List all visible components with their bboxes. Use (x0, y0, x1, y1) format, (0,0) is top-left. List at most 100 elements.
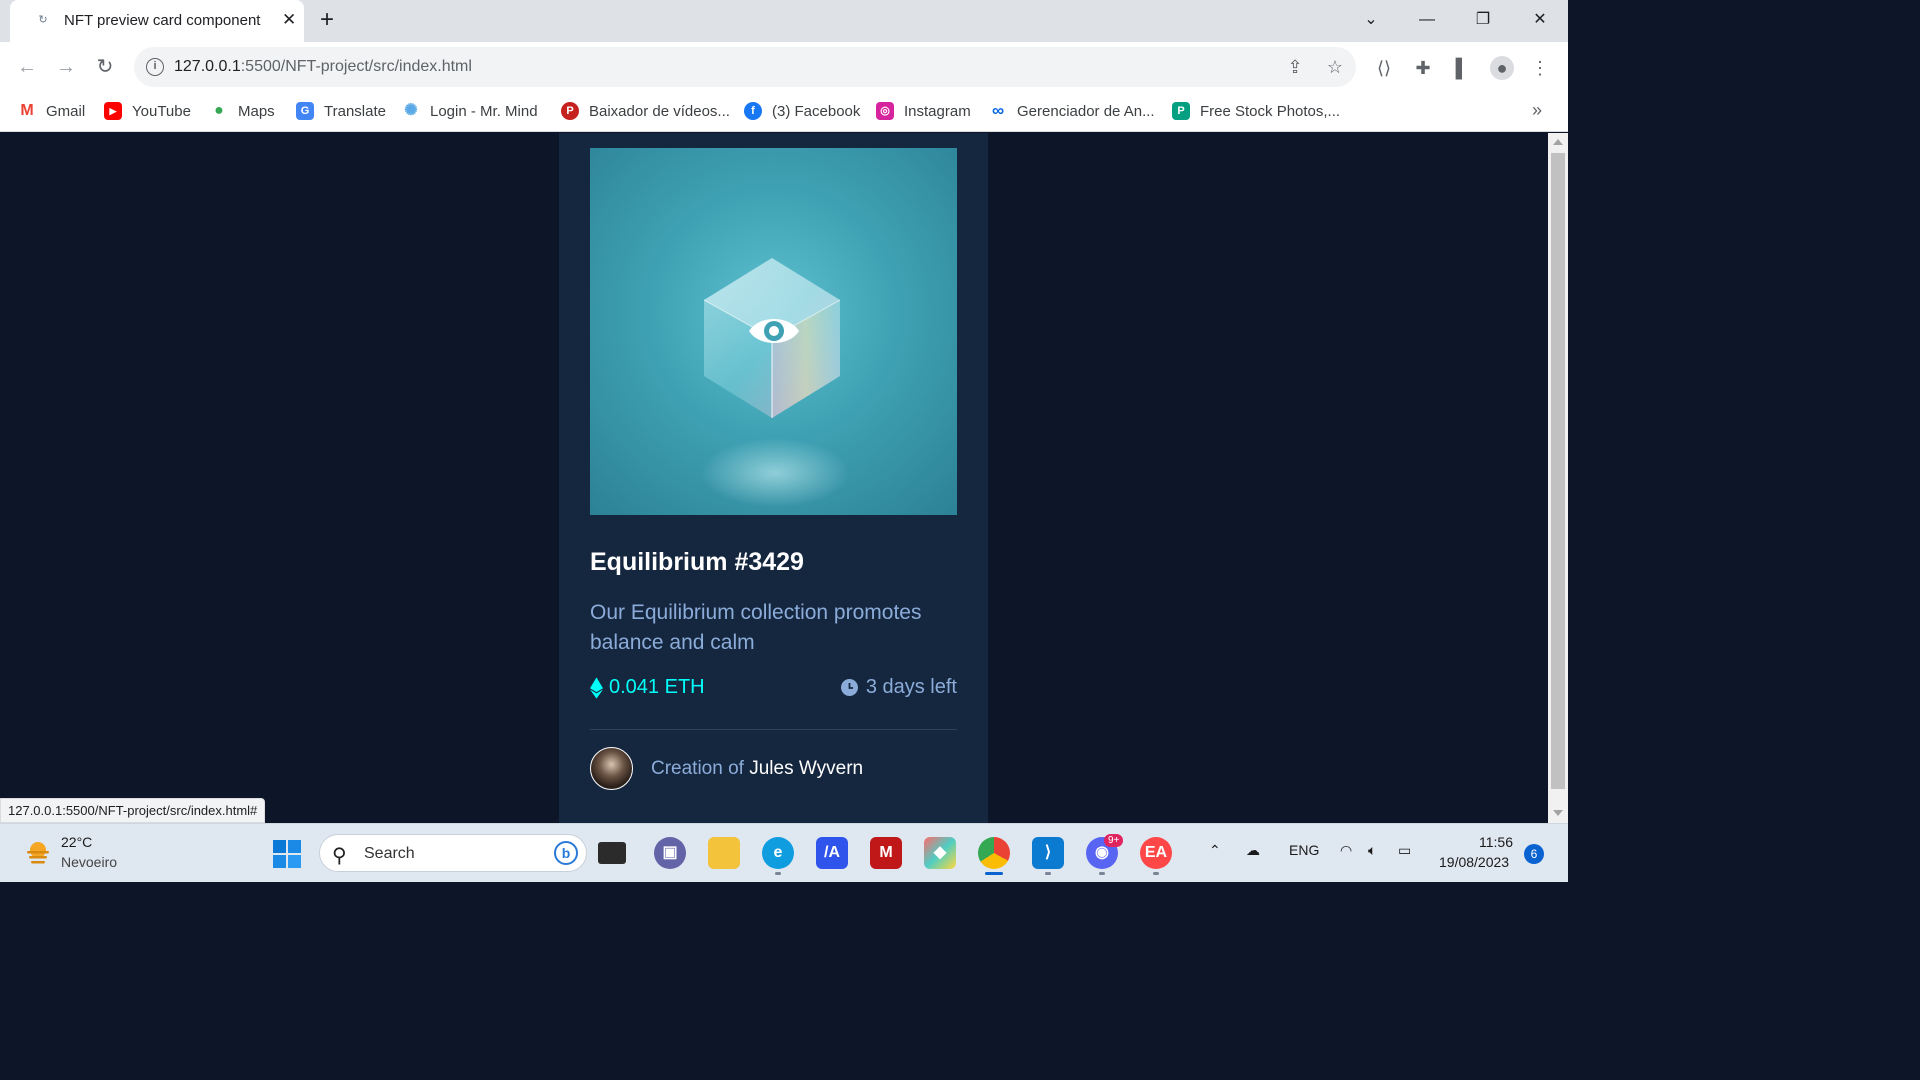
restore-button[interactable]: ❐ (1469, 8, 1497, 32)
bookmark-instagram[interactable]: ◎ Instagram (876, 101, 971, 121)
volume-icon[interactable]: 🔈︎ (1368, 842, 1376, 859)
creator-avatar (590, 747, 633, 790)
bookmark-label: Gmail (46, 102, 86, 120)
mcafee-icon[interactable]: M (870, 837, 902, 869)
wifi-icon[interactable]: ◠ (1340, 842, 1352, 859)
url-host: 127.0.0.1 (174, 58, 241, 75)
edge-icon[interactable]: e (762, 837, 794, 869)
side-panel-icon[interactable]: ▌ (1450, 56, 1474, 80)
browser-toolbar: ← → ↻ i 127.0.0.1:5500/NFT-project/src/i… (0, 42, 1568, 92)
file-explorer-icon[interactable] (708, 837, 740, 869)
tab-search-icon[interactable]: ⌄ (1357, 8, 1385, 32)
reload-icon[interactable]: ↻ (92, 54, 118, 80)
file-explorer-dark-icon[interactable] (598, 842, 626, 864)
instagram-icon: ◎ (876, 102, 894, 120)
tab-strip: ↻ NFT preview card component ✕ + ⌄ — ❐ ✕ (0, 0, 1568, 42)
browser-tab[interactable]: ↻ NFT preview card component ✕ (10, 0, 304, 42)
share-icon[interactable]: ⇪ (1284, 56, 1306, 78)
battery-icon[interactable]: ▭ (1398, 842, 1411, 859)
weather-description: Nevoeiro (61, 854, 118, 870)
price-info: 0.041 ETH (590, 676, 705, 699)
bookmark-label: (3) Facebook (772, 102, 861, 120)
chrome-icon[interactable] (978, 837, 1010, 869)
notification-badge[interactable]: 6 (1524, 844, 1544, 864)
onedrive-cloud-icon[interactable]: ☁ (1246, 842, 1260, 859)
bookmark-login-mr-mind[interactable]: ✺ Login - Mr. Mind (402, 101, 538, 121)
maps-icon: ● (214, 102, 224, 119)
ethereum-icon (590, 676, 603, 699)
bookmark-label: Baixador de vídeos... (589, 102, 730, 120)
meta-icon: ∞ (991, 101, 1005, 120)
weather-temperature: 22°C (61, 834, 93, 850)
bookmark-label: Gerenciador de An... (1017, 102, 1155, 120)
nft-card: Equilibrium #3429 Our Equilibrium collec… (559, 133, 988, 823)
page-viewport: Equilibrium #3429 Our Equilibrium collec… (0, 133, 1548, 823)
search-icon: ⚲ (332, 845, 347, 867)
git-icon[interactable]: ◆ (924, 837, 956, 869)
card-title[interactable]: Equilibrium #3429 (590, 548, 804, 577)
bookmark-free-stock-photos[interactable]: P Free Stock Photos,... (1172, 101, 1340, 121)
profile-avatar-icon[interactable]: ● (1490, 56, 1514, 80)
gear-icon: ✺ (404, 102, 418, 119)
minimize-button[interactable]: — (1413, 8, 1441, 32)
vscode-running-indicator (1045, 872, 1051, 875)
creator-line: Creation of Jules Wyvern (651, 758, 863, 780)
teams-chat-icon[interactable]: ▣ (654, 837, 686, 869)
pexels-icon: P (1172, 102, 1190, 120)
ea-running-indicator (1153, 872, 1159, 875)
star-bookmark-icon[interactable]: ☆ (1324, 56, 1346, 78)
bookmark-gmail[interactable]: M Gmail (18, 101, 85, 121)
windows-start-icon[interactable] (273, 840, 301, 868)
forward-arrow-icon[interactable]: → (53, 54, 79, 80)
bookmark-label: Free Stock Photos,... (1200, 102, 1341, 120)
discord-badge: 9+ (1104, 834, 1124, 847)
address-bar[interactable]: i 127.0.0.1:5500/NFT-project/src/index.h… (134, 47, 1356, 87)
nft-image[interactable] (590, 148, 957, 515)
scroll-up-arrow-icon[interactable] (1553, 139, 1563, 145)
clock-date[interactable]: 19/08/2023 (1439, 854, 1509, 870)
back-arrow-icon[interactable]: ← (14, 54, 40, 80)
translate-icon: G (296, 102, 314, 120)
scroll-thumb[interactable] (1551, 153, 1565, 789)
bookmark-facebook[interactable]: f (3) Facebook (744, 101, 860, 121)
new-tab-button[interactable]: + (320, 8, 334, 32)
page-scrollbar[interactable] (1548, 133, 1568, 823)
url-text[interactable]: 127.0.0.1:5500/NFT-project/src/index.htm… (174, 58, 472, 76)
bookmark-label: Login - Mr. Mind (430, 102, 538, 120)
bookmark-gerenciador[interactable]: ∞ Gerenciador de An... (989, 101, 1155, 121)
ea-icon[interactable]: EA (1140, 837, 1172, 869)
bookmark-baixador[interactable]: P Baixador de vídeos... (561, 101, 730, 121)
card-divider (590, 729, 957, 730)
bookmark-label: Maps (238, 102, 275, 120)
eye-view-icon (749, 319, 799, 343)
bookmarks-overflow-button[interactable]: » (1532, 100, 1542, 121)
site-info-icon[interactable]: i (146, 58, 164, 76)
bing-icon[interactable]: b (554, 841, 578, 865)
tab-title: NFT preview card component (64, 12, 261, 29)
chrome-active-indicator (985, 872, 1003, 875)
close-window-button[interactable]: ✕ (1526, 8, 1554, 32)
bookmark-translate[interactable]: G Translate (296, 101, 386, 121)
menu-kebab-icon[interactable]: ⋮ (1528, 56, 1552, 80)
language-indicator[interactable]: ENG (1289, 842, 1319, 858)
weather-fog-icon[interactable] (24, 838, 52, 866)
discord-running-indicator (1099, 872, 1105, 875)
tab-close-button[interactable]: ✕ (282, 10, 296, 30)
gmail-icon: M (20, 102, 34, 119)
extensions-puzzle-icon[interactable]: ✚ (1411, 56, 1435, 80)
status-url-bubble: 127.0.0.1:5500/NFT-project/src/index.htm… (0, 798, 266, 823)
extension-dev-icon[interactable]: ⟨⟩ (1372, 56, 1396, 80)
floor-reflection (700, 438, 850, 508)
scroll-down-arrow-icon[interactable] (1553, 810, 1563, 816)
bookmark-maps[interactable]: ● Maps (210, 101, 275, 121)
vscode-icon[interactable]: ⟩ (1032, 837, 1064, 869)
url-path: :5500/NFT-project/src/index.html (240, 58, 472, 75)
app-ai-icon[interactable]: /A (816, 837, 848, 869)
tray-overflow-chevron-icon[interactable]: ⌃ (1209, 842, 1221, 859)
price-value: 0.041 ETH (609, 676, 705, 698)
creator-name-link[interactable]: Jules Wyvern (749, 758, 863, 779)
taskbar-search[interactable]: ⚲ Search b (319, 834, 587, 872)
bookmark-youtube[interactable]: ▶ YouTube (104, 101, 191, 121)
time-left-value: 3 days left (865, 676, 957, 698)
clock-time[interactable]: 11:56 (1479, 834, 1513, 850)
